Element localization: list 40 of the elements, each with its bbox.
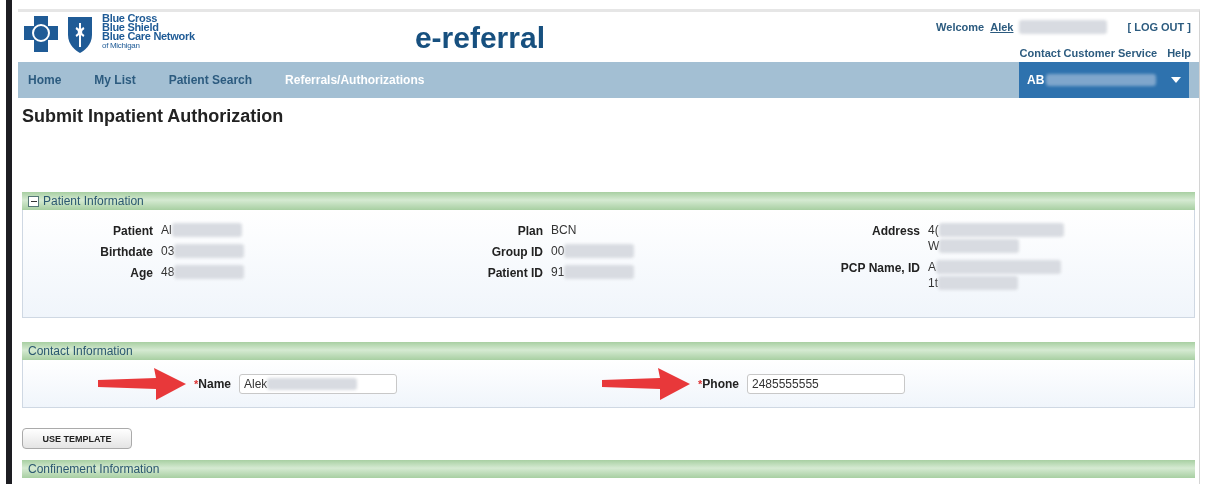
nav-tab[interactable]: My List: [94, 73, 136, 87]
app-title: e-referral: [414, 21, 546, 55]
collapse-toggle[interactable]: [28, 195, 39, 207]
nav-tab[interactable]: Home: [28, 73, 62, 87]
caret-icon: [1171, 77, 1181, 83]
section-header: Patient Information: [22, 192, 1195, 210]
field-value: 03: [161, 243, 175, 259]
field-label: PCP Name, ID: [839, 261, 920, 277]
field-label: Plan: [516, 224, 543, 238]
field-value: BCN: [551, 222, 577, 238]
welcome-text: Welcome: [936, 21, 985, 33]
field-label: *Name: [194, 376, 231, 391]
field-value: 4(: [928, 222, 939, 238]
header-link[interactable]: Contact Customer Service: [1019, 47, 1158, 59]
use-template-button[interactable]: USE TEMPLATE: [22, 428, 132, 449]
field-label: Address: [870, 224, 920, 240]
input-field[interactable]: Alek: [239, 373, 397, 394]
field-label: Age: [129, 266, 153, 280]
section-header: Confinement Information: [22, 460, 1195, 478]
field-label: Birthdate: [99, 245, 153, 259]
field-label: Patient ID: [486, 266, 543, 280]
logo-text: Blue Cross Blue Shield Blue Care Network of Michigan: [102, 14, 195, 50]
user-link[interactable]: Alek: [990, 21, 1014, 33]
field-label: Group ID: [490, 245, 543, 259]
field-label: *Phone: [698, 376, 739, 391]
field-value: 91: [551, 264, 565, 280]
logout-link[interactable]: [ LOG OUT ]: [1127, 21, 1191, 33]
field-value: 1t: [928, 275, 938, 291]
field-value: 48: [161, 264, 175, 280]
nav-tab[interactable]: Patient Search: [168, 73, 253, 87]
field-value: W: [928, 238, 940, 254]
input-field[interactable]: 2485555555: [747, 373, 905, 394]
section-header: Contact Information: [22, 342, 1195, 360]
header-link[interactable]: Help: [1167, 47, 1191, 59]
field-value: Al: [161, 222, 172, 238]
field-value: A: [928, 259, 936, 275]
field-value: 00: [551, 243, 565, 259]
field-label: Patient: [112, 224, 153, 238]
page-title: Submit Inpatient Authorization: [22, 106, 285, 128]
account-dropdown[interactable]: AB: [1019, 62, 1189, 98]
